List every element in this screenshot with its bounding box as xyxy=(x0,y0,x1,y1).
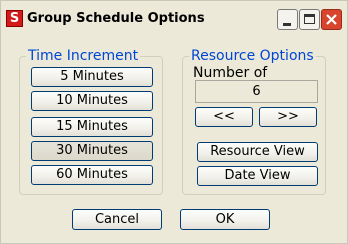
dialog-window: S Group Schedule Options Time Increment … xyxy=(0,0,348,244)
minimize-icon xyxy=(283,23,291,26)
time-option-15-minutes[interactable]: 15 Minutes xyxy=(31,117,153,137)
number-of-label: Number of xyxy=(193,65,268,81)
time-increment-legend: Time Increment xyxy=(26,48,141,64)
close-button[interactable] xyxy=(321,9,342,30)
ok-button[interactable]: OK xyxy=(180,209,270,230)
next-button[interactable]: >> xyxy=(259,107,317,127)
maximize-button[interactable] xyxy=(299,9,320,30)
previous-button[interactable]: << xyxy=(195,107,253,127)
resource-count-field[interactable]: 6 xyxy=(195,80,318,103)
title-bar[interactable]: S Group Schedule Options xyxy=(1,1,347,36)
minimize-button[interactable] xyxy=(277,9,298,30)
time-option-10-minutes[interactable]: 10 Minutes xyxy=(31,91,153,111)
resource-options-legend: Resource Options xyxy=(189,48,316,64)
time-option-60-minutes[interactable]: 60 Minutes xyxy=(31,165,153,185)
close-icon xyxy=(326,14,337,25)
maximize-icon xyxy=(304,14,315,24)
time-option-5-minutes[interactable]: 5 Minutes xyxy=(31,67,153,87)
resource-view-button[interactable]: Resource View xyxy=(197,142,318,162)
date-view-button[interactable]: Date View xyxy=(197,166,318,186)
cancel-button[interactable]: Cancel xyxy=(72,209,162,230)
time-option-30-minutes[interactable]: 30 Minutes xyxy=(31,141,153,161)
app-icon[interactable]: S xyxy=(6,10,23,27)
window-title: Group Schedule Options xyxy=(27,11,205,26)
